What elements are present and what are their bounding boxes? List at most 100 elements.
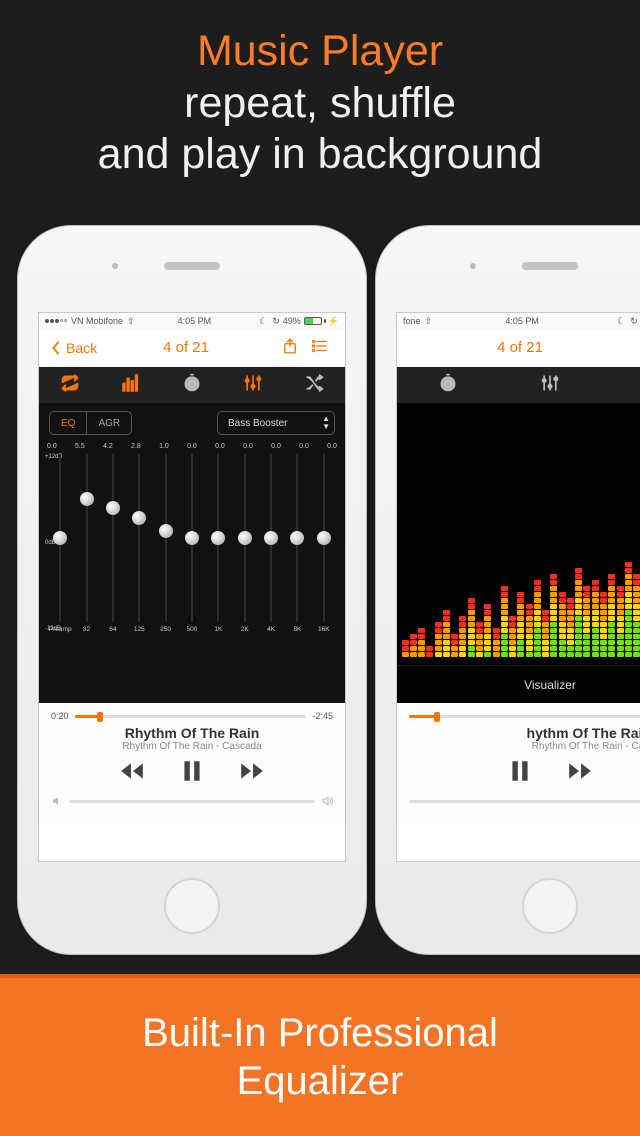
home-button-icon	[164, 878, 220, 934]
eq-slider[interactable]: 4K	[258, 454, 284, 652]
slider-knob-icon	[106, 501, 120, 515]
visualizer-bar	[575, 568, 582, 657]
progress-bar[interactable]: -2:54	[409, 711, 640, 721]
shuffle-button[interactable]	[304, 373, 324, 398]
volume-slider[interactable]	[409, 795, 640, 807]
visualizer-bar	[426, 646, 433, 657]
visualizer-bar	[583, 586, 590, 657]
screen-left: VN Mobifone ⇧ 4:05 PM ☾ ↻ 49% ⚡ Back 4 o…	[38, 312, 346, 862]
visualizer-bar	[435, 622, 442, 657]
nav-bar: Back 4 of 21	[39, 329, 345, 367]
band-label: 1K	[214, 626, 222, 633]
slider-knob-icon	[317, 531, 331, 545]
eq-slider[interactable]: 8K	[284, 454, 310, 652]
eq-slider[interactable]: 1K	[205, 454, 231, 652]
eq-slider[interactable]: 250	[152, 454, 178, 652]
play-pause-button[interactable]	[179, 758, 205, 789]
band-label: 8K	[293, 626, 301, 633]
visualizer-bar	[534, 580, 541, 657]
chevron-left-icon	[49, 341, 63, 355]
slider-knob-icon	[211, 531, 225, 545]
headline-line3: and play in background	[0, 129, 640, 181]
visualizer-bar	[633, 574, 640, 657]
band-label: Preamp	[49, 626, 72, 633]
eq-db-readouts: 0.05.54.22.81.00.00.00.00.00.00.0	[39, 443, 345, 450]
eq-slider[interactable]: 125	[126, 454, 152, 652]
nav-counter: 4 of 21	[407, 339, 633, 356]
visualizer-bar	[509, 616, 516, 657]
repeat-button[interactable]	[60, 373, 80, 398]
db-value: 0.0	[271, 443, 281, 450]
visualizer-select[interactable]: Visualizer ›	[397, 665, 640, 703]
back-button[interactable]: Back	[49, 340, 97, 356]
sliders-button[interactable]	[243, 373, 263, 398]
band-label: 32	[83, 626, 90, 633]
camera-icon	[112, 263, 118, 269]
visualizer-bar	[418, 628, 425, 657]
volume-low-icon	[51, 795, 63, 807]
eq-mode-agr[interactable]: AGR	[86, 412, 131, 434]
sleep-timer-button[interactable]	[438, 373, 458, 398]
eq-mode-toggle[interactable]: EQ AGR	[49, 411, 132, 435]
wifi-icon: ⇧	[127, 316, 135, 327]
dnd-moon-icon: ☾	[259, 316, 267, 327]
bottom-ribbon: Built-In Professional Equalizer	[0, 974, 640, 1136]
visualizer-bar	[567, 598, 574, 657]
slider-knob-icon	[159, 524, 173, 538]
sync-icon: ↻	[630, 316, 638, 327]
sliders-button[interactable]	[540, 373, 560, 398]
carrier-label: VN Mobifone	[71, 316, 123, 326]
visualizer-bar	[550, 574, 557, 657]
prev-button[interactable]	[119, 758, 145, 789]
clock-label: 4:05 PM	[178, 316, 212, 326]
eq-preset-label: Bass Booster	[228, 418, 287, 429]
play-pause-button[interactable]	[507, 758, 533, 789]
elapsed-label: 0:20	[51, 711, 69, 721]
visualizer-bar	[493, 628, 500, 657]
share-button[interactable]	[633, 337, 640, 358]
equalizer-panel: EQ AGR Bass Booster ▲▼ 0.05.54.22.81.00.…	[39, 403, 345, 703]
list-icon	[311, 337, 329, 355]
share-button[interactable]	[275, 337, 305, 358]
eq-slider[interactable]: 16K	[311, 454, 337, 652]
phone-mock-right: fone ⇧ 4:05 PM ☾ ↻ 49% ⚡ 4 of 21	[375, 225, 640, 955]
eq-mode-eq[interactable]: EQ	[50, 412, 86, 434]
visualizer-bar	[468, 598, 475, 657]
db-value: 0.0	[215, 443, 225, 450]
list-button[interactable]	[305, 337, 335, 358]
speaker-icon	[522, 262, 578, 270]
eq-slider[interactable]: 2K	[232, 454, 258, 652]
eq-preset-select[interactable]: Bass Booster ▲▼	[217, 411, 335, 435]
sleep-timer-button[interactable]	[182, 373, 202, 398]
db-value: 0.0	[299, 443, 309, 450]
phone-mock-left: VN Mobifone ⇧ 4:05 PM ☾ ↻ 49% ⚡ Back 4 o…	[17, 225, 367, 955]
visualizer-bar	[501, 586, 508, 657]
band-label: 125	[134, 626, 145, 633]
eq-slider[interactable]: 500	[179, 454, 205, 652]
status-bar: fone ⇧ 4:05 PM ☾ ↻ 49% ⚡	[397, 313, 640, 329]
camera-icon	[470, 263, 476, 269]
dnd-moon-icon: ☾	[617, 316, 625, 327]
volume-high-icon	[321, 795, 333, 807]
back-label: Back	[66, 340, 97, 356]
headline-line2: repeat, shuffle	[0, 78, 640, 130]
visualizer-bar	[484, 604, 491, 657]
feature-bar	[397, 367, 640, 403]
band-label: 64	[109, 626, 116, 633]
eq-slider[interactable]: Preamp	[47, 454, 73, 652]
eq-slider[interactable]: 64	[100, 454, 126, 652]
db-value: 0.0	[327, 443, 337, 450]
db-value: 5.5	[75, 443, 85, 450]
home-button-icon	[522, 878, 578, 934]
eq-slider[interactable]: 32	[73, 454, 99, 652]
eq-bars-button[interactable]	[121, 373, 141, 398]
next-button[interactable]	[239, 758, 265, 789]
slider-knob-icon	[132, 511, 146, 525]
volume-slider[interactable]	[51, 795, 333, 807]
eq-sliders: +12dB 0dB -12dB Preamp32641252505001K2K4…	[47, 454, 337, 652]
visualizer-bar	[526, 604, 533, 657]
player-controls: -2:54 hythm Of The Rain Rhythm Of The Ra…	[397, 703, 640, 823]
next-button[interactable]	[567, 758, 593, 789]
progress-bar[interactable]: 0:20 -2:45	[51, 711, 333, 721]
visualizer-bar	[600, 592, 607, 657]
